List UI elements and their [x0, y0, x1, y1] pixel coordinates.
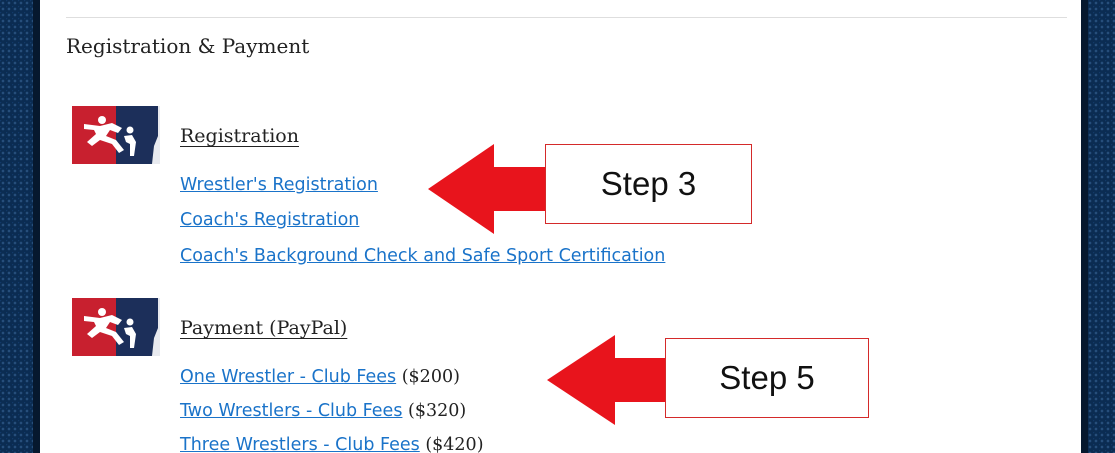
coachs-registration-link[interactable]: Coach's Registration — [180, 210, 359, 230]
list-item: Coach's Registration — [180, 210, 359, 230]
right-page-border — [1081, 0, 1115, 453]
price-label: ($420) — [425, 435, 484, 453]
wrestlers-registration-link[interactable]: Wrestler's Registration — [180, 175, 378, 195]
two-wrestlers-fees-link[interactable]: Two Wrestlers - Club Fees — [180, 401, 402, 421]
background-check-link[interactable]: Coach's Background Check and Safe Sport … — [180, 246, 665, 266]
price-label: ($320) — [408, 401, 467, 421]
list-item: Three Wrestlers - Club Fees ($420) — [180, 435, 484, 453]
list-item: One Wrestler - Club Fees ($200) — [180, 367, 460, 387]
top-divider — [66, 17, 1067, 18]
wrestler-logo-icon — [72, 106, 160, 164]
section-title: Registration & Payment — [66, 34, 310, 58]
list-item: Wrestler's Registration — [180, 175, 378, 195]
step-3-callout: Step 3 — [545, 144, 752, 224]
payment-heading[interactable]: Payment (PayPal) — [180, 317, 347, 339]
step-5-callout: Step 5 — [665, 338, 869, 418]
list-item: Two Wrestlers - Club Fees ($320) — [180, 401, 466, 421]
left-page-border — [0, 0, 40, 453]
price-label: ($200) — [401, 367, 460, 387]
one-wrestler-fees-link[interactable]: One Wrestler - Club Fees — [180, 367, 396, 387]
list-item: Coach's Background Check and Safe Sport … — [180, 246, 665, 266]
three-wrestlers-fees-link[interactable]: Three Wrestlers - Club Fees — [180, 435, 420, 453]
content-panel: Registration & Payment Registration Wres… — [40, 0, 1081, 453]
wrestler-logo-icon — [72, 298, 160, 356]
registration-heading[interactable]: Registration — [180, 125, 299, 147]
